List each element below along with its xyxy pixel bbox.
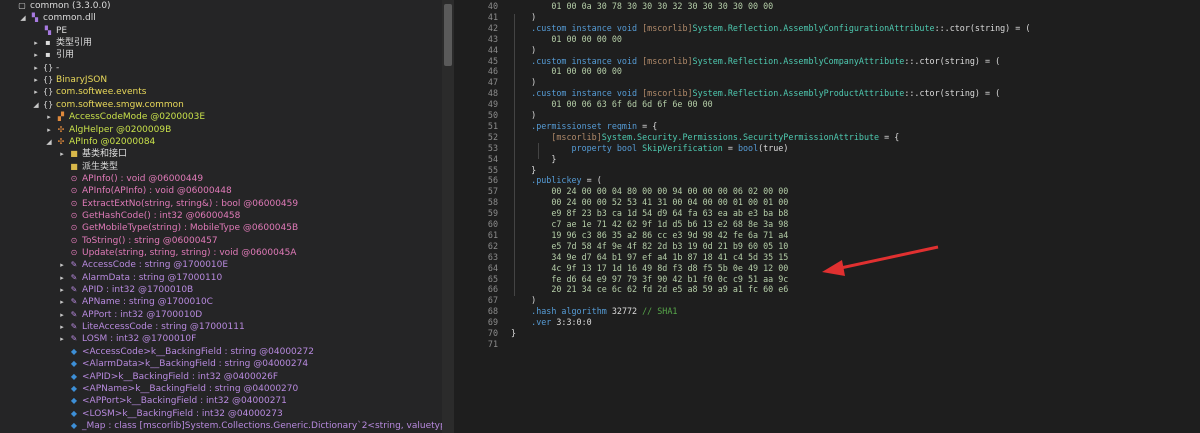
- annotation-overlay: [822, 245, 939, 276]
- annotation-arrow-shaft: [835, 245, 939, 271]
- annotation-arrow-head: [822, 260, 845, 276]
